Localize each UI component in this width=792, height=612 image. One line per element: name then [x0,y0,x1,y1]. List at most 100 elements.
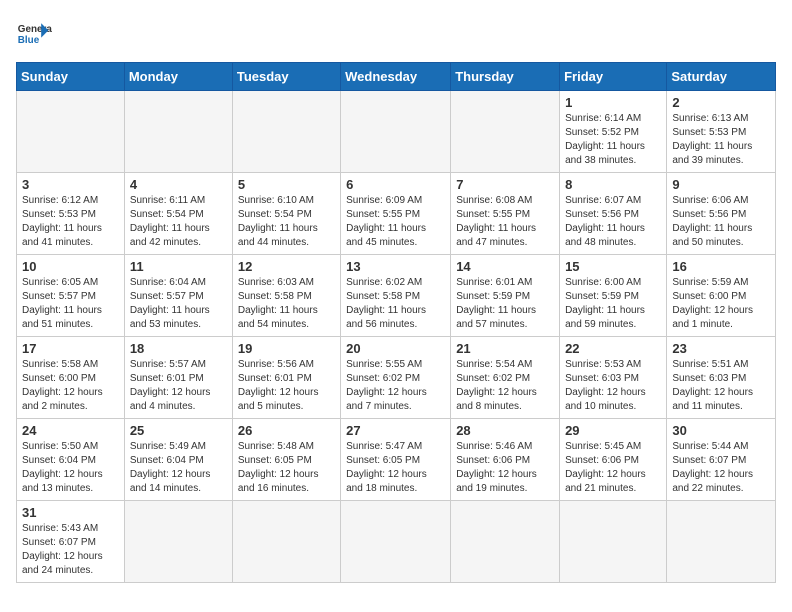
day-number: 9 [672,177,770,192]
day-info: Sunrise: 5:59 AM Sunset: 6:00 PM Dayligh… [672,276,770,332]
day-info: Sunrise: 5:56 AM Sunset: 6:01 PM Dayligh… [238,358,335,414]
calendar-cell: 26 Sunrise: 5:48 AM Sunset: 6:05 PM Dayli… [232,419,340,501]
day-number: 2 [672,95,770,110]
calendar-cell: 12 Sunrise: 6:03 AM Sunset: 5:58 PM Dayli… [232,255,340,337]
day-info: Sunrise: 6:13 AM Sunset: 5:53 PM Dayligh… [672,112,770,168]
day-number: 23 [672,341,770,356]
day-info: Sunrise: 5:48 AM Sunset: 6:05 PM Dayligh… [238,440,335,496]
calendar-cell: 15Sunrise: 6:00 AM Sunset: 5:59 PM Dayli… [560,255,667,337]
weekday-header-thursday: Thursday [451,63,560,91]
day-info: Sunrise: 6:01 AM Sunset: 5:59 PM Dayligh… [456,276,554,332]
calendar-cell [17,91,125,173]
day-number: 27 [346,423,445,438]
calendar-cell: 29Sunrise: 5:45 AM Sunset: 6:06 PM Dayli… [560,419,667,501]
calendar-cell: 24 Sunrise: 5:50 AM Sunset: 6:04 PM Dayli… [17,419,125,501]
day-number: 18 [130,341,227,356]
calendar-cell [667,501,776,583]
calendar-week-row: 3Sunrise: 6:12 AM Sunset: 5:53 PM Daylig… [17,173,776,255]
calendar-week-row: 1 Sunrise: 6:14 AM Sunset: 5:52 PM Daylig… [17,91,776,173]
day-number: 3 [22,177,119,192]
day-number: 30 [672,423,770,438]
day-number: 14 [456,259,554,274]
calendar-cell: 21 Sunrise: 5:54 AM Sunset: 6:02 PM Dayli… [451,337,560,419]
day-info: Sunrise: 5:51 AM Sunset: 6:03 PM Dayligh… [672,358,770,414]
day-number: 31 [22,505,119,520]
day-info: Sunrise: 6:10 AM Sunset: 5:54 PM Dayligh… [238,194,335,250]
calendar-cell: 28Sunrise: 5:46 AM Sunset: 6:06 PM Dayli… [451,419,560,501]
weekday-header-wednesday: Wednesday [341,63,451,91]
calendar-cell: 22Sunrise: 5:53 AM Sunset: 6:03 PM Dayli… [560,337,667,419]
calendar-cell: 31Sunrise: 5:43 AM Sunset: 6:07 PM Dayli… [17,501,125,583]
calendar-cell [451,501,560,583]
calendar-cell: 9Sunrise: 6:06 AM Sunset: 5:56 PM Daylig… [667,173,776,255]
day-number: 12 [238,259,335,274]
day-number: 7 [456,177,554,192]
calendar-cell: 27 Sunrise: 5:47 AM Sunset: 6:05 PM Dayli… [341,419,451,501]
calendar-cell: 17 Sunrise: 5:58 AM Sunset: 6:00 PM Dayli… [17,337,125,419]
day-number: 16 [672,259,770,274]
calendar-cell: 2 Sunrise: 6:13 AM Sunset: 5:53 PM Daylig… [667,91,776,173]
calendar-week-row: 10Sunrise: 6:05 AM Sunset: 5:57 PM Dayli… [17,255,776,337]
header: General Blue [16,16,776,52]
day-number: 1 [565,95,661,110]
weekday-header-sunday: Sunday [17,63,125,91]
weekday-header-friday: Friday [560,63,667,91]
day-number: 8 [565,177,661,192]
day-number: 17 [22,341,119,356]
day-info: Sunrise: 5:47 AM Sunset: 6:05 PM Dayligh… [346,440,445,496]
day-number: 13 [346,259,445,274]
day-info: Sunrise: 6:02 AM Sunset: 5:58 PM Dayligh… [346,276,445,332]
calendar-cell: 18 Sunrise: 5:57 AM Sunset: 6:01 PM Dayli… [124,337,232,419]
day-info: Sunrise: 5:45 AM Sunset: 6:06 PM Dayligh… [565,440,661,496]
day-info: Sunrise: 6:04 AM Sunset: 5:57 PM Dayligh… [130,276,227,332]
day-info: Sunrise: 5:54 AM Sunset: 6:02 PM Dayligh… [456,358,554,414]
weekday-header-saturday: Saturday [667,63,776,91]
calendar-cell: 16 Sunrise: 5:59 AM Sunset: 6:00 PM Dayli… [667,255,776,337]
calendar-cell: 11 Sunrise: 6:04 AM Sunset: 5:57 PM Dayli… [124,255,232,337]
calendar-cell [124,91,232,173]
day-number: 26 [238,423,335,438]
calendar-cell: 25 Sunrise: 5:49 AM Sunset: 6:04 PM Dayli… [124,419,232,501]
calendar-cell: 10Sunrise: 6:05 AM Sunset: 5:57 PM Dayli… [17,255,125,337]
calendar-cell [341,501,451,583]
day-info: Sunrise: 5:57 AM Sunset: 6:01 PM Dayligh… [130,358,227,414]
calendar-cell: 7 Sunrise: 6:08 AM Sunset: 5:55 PM Daylig… [451,173,560,255]
calendar-cell: 3Sunrise: 6:12 AM Sunset: 5:53 PM Daylig… [17,173,125,255]
day-number: 5 [238,177,335,192]
calendar-cell [451,91,560,173]
day-number: 24 [22,423,119,438]
day-info: Sunrise: 6:07 AM Sunset: 5:56 PM Dayligh… [565,194,661,250]
day-number: 20 [346,341,445,356]
calendar-cell: 14 Sunrise: 6:01 AM Sunset: 5:59 PM Dayli… [451,255,560,337]
svg-text:Blue: Blue [18,35,40,46]
day-number: 21 [456,341,554,356]
day-number: 11 [130,259,227,274]
day-number: 10 [22,259,119,274]
day-info: Sunrise: 5:49 AM Sunset: 6:04 PM Dayligh… [130,440,227,496]
calendar-week-row: 31Sunrise: 5:43 AM Sunset: 6:07 PM Dayli… [17,501,776,583]
day-number: 15 [565,259,661,274]
day-info: Sunrise: 6:08 AM Sunset: 5:55 PM Dayligh… [456,194,554,250]
day-number: 6 [346,177,445,192]
day-info: Sunrise: 6:14 AM Sunset: 5:52 PM Dayligh… [565,112,661,168]
weekday-header-tuesday: Tuesday [232,63,340,91]
day-info: Sunrise: 6:03 AM Sunset: 5:58 PM Dayligh… [238,276,335,332]
day-info: Sunrise: 6:11 AM Sunset: 5:54 PM Dayligh… [130,194,227,250]
day-info: Sunrise: 5:46 AM Sunset: 6:06 PM Dayligh… [456,440,554,496]
calendar-header-row: SundayMondayTuesdayWednesdayThursdayFrid… [17,63,776,91]
day-info: Sunrise: 5:58 AM Sunset: 6:00 PM Dayligh… [22,358,119,414]
calendar-cell: 5 Sunrise: 6:10 AM Sunset: 5:54 PM Daylig… [232,173,340,255]
calendar-cell: 23 Sunrise: 5:51 AM Sunset: 6:03 PM Dayli… [667,337,776,419]
day-number: 22 [565,341,661,356]
calendar-cell [341,91,451,173]
day-info: Sunrise: 5:55 AM Sunset: 6:02 PM Dayligh… [346,358,445,414]
calendar-cell [232,501,340,583]
day-number: 25 [130,423,227,438]
day-number: 19 [238,341,335,356]
calendar-week-row: 17 Sunrise: 5:58 AM Sunset: 6:00 PM Dayli… [17,337,776,419]
day-number: 4 [130,177,227,192]
calendar-cell: 30Sunrise: 5:44 AM Sunset: 6:07 PM Dayli… [667,419,776,501]
calendar-table: SundayMondayTuesdayWednesdayThursdayFrid… [16,62,776,583]
day-info: Sunrise: 5:50 AM Sunset: 6:04 PM Dayligh… [22,440,119,496]
calendar-week-row: 24 Sunrise: 5:50 AM Sunset: 6:04 PM Dayli… [17,419,776,501]
